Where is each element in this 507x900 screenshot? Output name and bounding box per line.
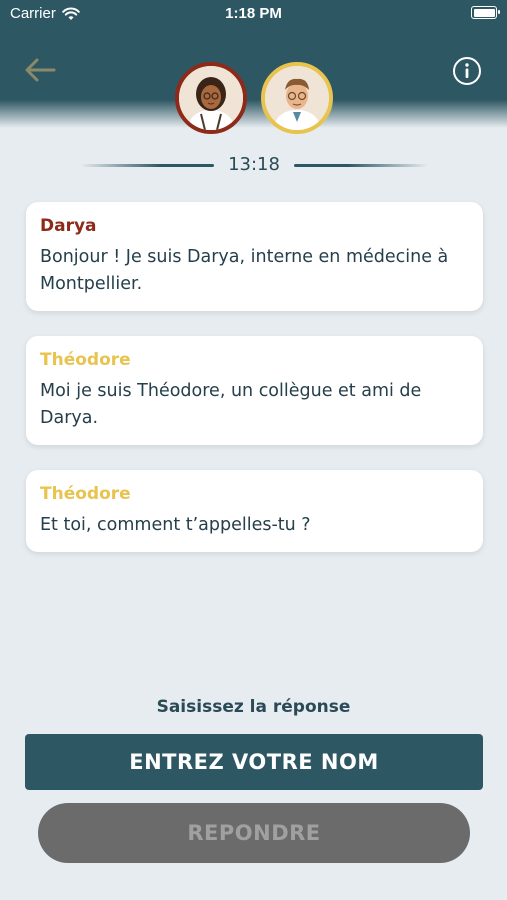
message-bubble: Théodore Moi je suis Théodore, un collèg… [26,336,483,445]
message-sender: Théodore [40,484,131,504]
status-bar: Carrier 1:18 PM [0,0,507,28]
avatar-darya [175,62,247,134]
timestamp-label: 13:18 [228,154,280,175]
message-sender: Théodore [40,350,131,370]
message-text: Bonjour ! Je suis Darya, interne en méde… [40,247,449,294]
avatar-theodore [261,62,333,134]
reply-button[interactable]: REPONDRE [38,803,470,863]
message-sender: Darya [40,216,97,236]
enter-name-button[interactable]: ENTREZ VOTRE NOM [25,734,483,790]
arrow-left-icon [25,58,56,82]
info-button[interactable] [452,56,482,86]
status-time: 1:18 PM [225,5,282,22]
message-text: Et toi, comment t’appelles-tu ? [40,515,311,535]
message-bubble: Darya Bonjour ! Je suis Darya, interne e… [26,202,483,311]
info-icon [453,57,481,85]
message-text: Moi je suis Théodore, un collègue et ami… [40,381,422,428]
divider-left [80,164,214,167]
back-button[interactable] [22,55,58,85]
conversation-timestamp: 13:18 [0,152,507,178]
message-bubble: Théodore Et toi, comment t’appelles-tu ? [26,470,483,552]
divider-right [294,164,428,167]
answer-prompt: Saisissez la réponse [156,697,351,717]
battery-icon [471,6,500,19]
